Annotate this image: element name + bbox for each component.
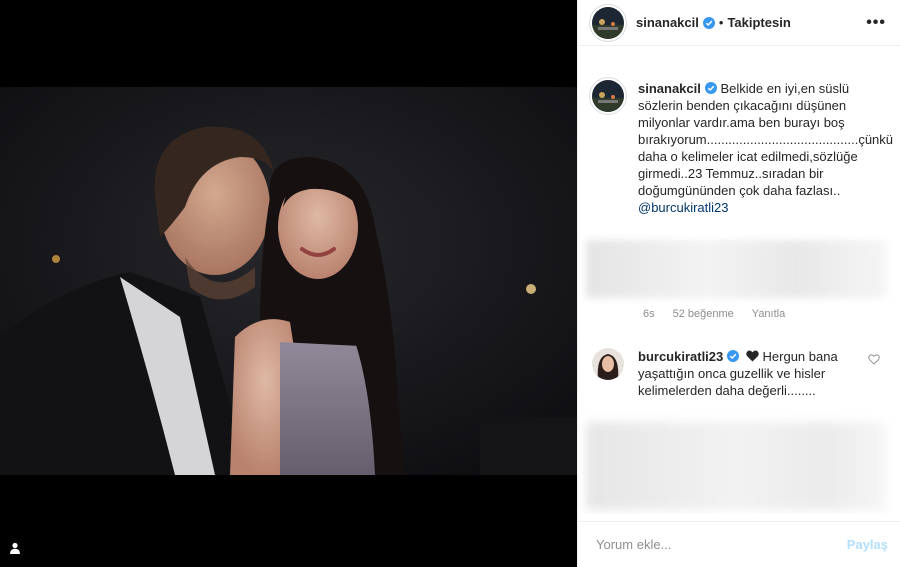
caption-text: Belkide en iyi,en süslü sözlerin benden … <box>638 81 894 198</box>
caption-mention-link[interactable]: @burcukiratli23 <box>638 200 729 215</box>
reply-text-block: burcukiratli23 Hergun bana yaşattığın on… <box>638 348 853 399</box>
separator-dot: • <box>718 15 724 30</box>
post-header: sinanakcil • Takiptesin ••• <box>578 0 900 46</box>
blurred-comment <box>578 234 900 304</box>
list-item: burcukiratli23 Hergun bana yaşattığın on… <box>578 320 900 399</box>
comment-meta: 6s 52 beğenme Yanıtla <box>578 304 900 320</box>
avatar[interactable] <box>592 348 624 380</box>
post-media[interactable] <box>0 0 577 567</box>
comments-section: sinanakcil Belkide en iyi,en süslü sözle… <box>578 46 900 521</box>
user-tag-icon[interactable] <box>6 539 24 557</box>
heart-outline-icon[interactable] <box>868 354 880 365</box>
follow-status-button[interactable]: Takiptesin <box>727 15 790 30</box>
verified-icon <box>727 350 740 362</box>
black-heart-icon <box>746 350 759 362</box>
reply-username[interactable]: burcukiratli23 <box>638 349 723 364</box>
post-photo <box>0 87 577 475</box>
verified-icon <box>702 16 715 29</box>
caption-username[interactable]: sinanakcil <box>638 81 701 96</box>
post-comment-button[interactable]: Paylaş <box>847 537 888 552</box>
more-options-icon[interactable]: ••• <box>866 14 886 32</box>
post-author-username[interactable]: sinanakcil <box>636 15 699 30</box>
comment-composer: Paylaş <box>578 521 900 567</box>
comment-input[interactable] <box>594 536 847 553</box>
comment-likes[interactable]: 52 beğenme <box>673 308 734 320</box>
post-caption: sinanakcil Belkide en iyi,en süslü sözle… <box>578 46 900 216</box>
post-side-panel: sinanakcil • Takiptesin ••• sinanakcil B… <box>577 0 900 567</box>
blurred-comment <box>578 414 900 514</box>
verified-icon <box>704 82 717 94</box>
avatar[interactable] <box>592 80 624 112</box>
comment-reply-button[interactable]: Yanıtla <box>752 308 785 320</box>
caption-text-block: sinanakcil Belkide en iyi,en süslü sözle… <box>638 80 893 216</box>
comment-time: 6s <box>643 308 655 320</box>
avatar[interactable] <box>592 6 624 39</box>
